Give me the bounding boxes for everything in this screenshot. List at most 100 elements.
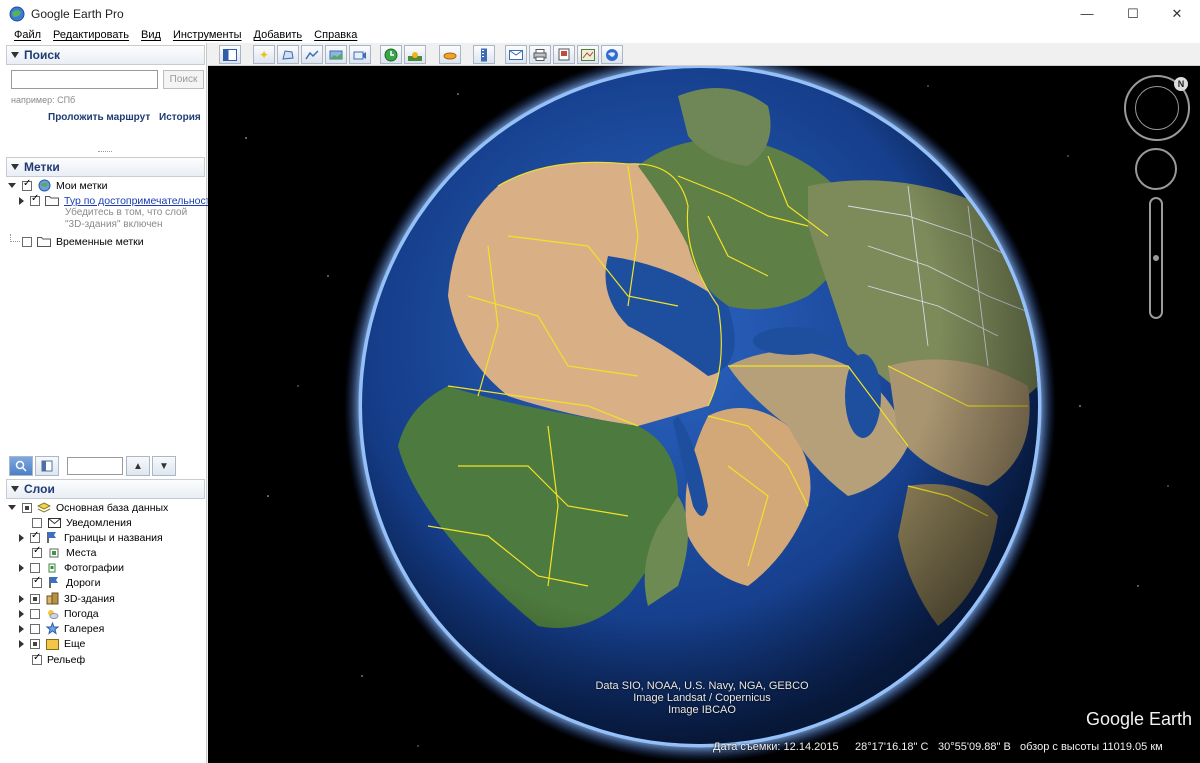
add-polygon-button[interactable] bbox=[277, 45, 299, 64]
sunlight-button[interactable] bbox=[404, 45, 426, 64]
expand-triangle-icon[interactable] bbox=[19, 533, 24, 542]
switch-to-sky-button[interactable] bbox=[439, 45, 461, 64]
google-earth-app-icon bbox=[9, 6, 25, 21]
search-places-button[interactable] bbox=[9, 456, 33, 476]
layer-row-places[interactable]: Места bbox=[32, 545, 97, 560]
expand-triangle-icon[interactable] bbox=[19, 594, 24, 603]
layer-row-3d-buildings[interactable]: 3D-здания bbox=[19, 591, 115, 606]
save-image-button[interactable] bbox=[553, 45, 575, 64]
printer-icon bbox=[533, 48, 547, 61]
places-icon bbox=[47, 547, 61, 559]
move-up-button[interactable]: ▲ bbox=[126, 456, 150, 476]
collapse-triangle-icon bbox=[11, 486, 19, 492]
close-button[interactable]: ✕ bbox=[1154, 0, 1200, 27]
arrow-up-icon: ▲ bbox=[133, 460, 143, 472]
envelope-icon bbox=[509, 49, 523, 60]
expand-triangle-icon[interactable] bbox=[8, 183, 16, 188]
historical-imagery-button[interactable] bbox=[380, 45, 402, 64]
layer-checkbox[interactable] bbox=[30, 608, 40, 619]
add-path-button[interactable] bbox=[301, 45, 323, 64]
globe-render[interactable] bbox=[208, 66, 1200, 763]
search-button[interactable]: Поиск bbox=[163, 70, 204, 89]
toggle-sidebar-button[interactable] bbox=[219, 45, 241, 64]
search-panel-header[interactable]: Поиск bbox=[6, 45, 205, 65]
tree-row-my-places[interactable]: Мои метки bbox=[8, 178, 107, 193]
expand-triangle-icon[interactable] bbox=[19, 609, 24, 618]
places-toolbar: ▲ ▼ bbox=[9, 455, 204, 477]
expand-triangle-icon[interactable] bbox=[19, 624, 24, 633]
layer-row-gallery[interactable]: Галерея bbox=[19, 621, 104, 636]
view-in-maps-button[interactable] bbox=[577, 45, 599, 64]
layer-checkbox[interactable] bbox=[30, 562, 40, 573]
add-image-overlay-button[interactable] bbox=[325, 45, 347, 64]
menu-add[interactable]: Добавить bbox=[254, 29, 303, 41]
layers-panel-header[interactable]: Слои bbox=[6, 479, 205, 499]
save-image-icon bbox=[558, 48, 570, 61]
layer-row-notifications[interactable]: Уведомления bbox=[32, 515, 132, 530]
places-filter-input[interactable] bbox=[67, 457, 123, 475]
record-tour-button[interactable] bbox=[349, 45, 371, 64]
minimize-button[interactable]: — bbox=[1064, 0, 1110, 27]
add-placemark-button[interactable]: ✦ bbox=[253, 45, 275, 64]
search-input[interactable] bbox=[11, 70, 158, 89]
north-compass-icon[interactable]: N bbox=[1174, 77, 1188, 91]
maximize-button[interactable]: ☐ bbox=[1110, 0, 1156, 27]
menu-view[interactable]: Вид bbox=[141, 29, 161, 41]
layer-row-weather[interactable]: Погода bbox=[19, 606, 99, 621]
sun-icon bbox=[408, 51, 422, 61]
sightseeing-tour-link[interactable]: Тур по достопримечательност bbox=[64, 195, 211, 207]
layers-stack-icon bbox=[37, 501, 51, 514]
sidebar-icon bbox=[223, 48, 237, 61]
temporary-places-checkbox[interactable] bbox=[22, 236, 32, 247]
directions-link[interactable]: Проложить маршрут bbox=[48, 112, 150, 123]
layer-label: Еще bbox=[64, 637, 86, 650]
menu-edit[interactable]: Редактировать bbox=[53, 29, 129, 41]
email-button[interactable] bbox=[505, 45, 527, 64]
toggle-panel-button[interactable] bbox=[35, 456, 59, 476]
layer-checkbox[interactable] bbox=[32, 575, 42, 588]
zoom-slider-thumb[interactable] bbox=[1153, 255, 1159, 261]
my-places-checkbox[interactable] bbox=[22, 178, 32, 191]
earth-3d-view[interactable]: N Data SIO, NOAA, U.S. Navy, NGA, GEBCO … bbox=[208, 66, 1200, 763]
layer-row-borders-labels[interactable]: Границы и названия bbox=[19, 530, 163, 545]
layer-checkbox[interactable] bbox=[32, 545, 42, 558]
history-link[interactable]: История bbox=[159, 112, 201, 123]
menu-file[interactable]: Файл bbox=[14, 29, 41, 41]
layer-row-photos[interactable]: Фотографии bbox=[19, 560, 124, 575]
layer-checkbox[interactable] bbox=[30, 638, 40, 649]
expand-triangle-icon[interactable] bbox=[19, 196, 24, 205]
layer-checkbox[interactable] bbox=[32, 652, 42, 665]
layer-row-roads[interactable]: Дороги bbox=[32, 575, 100, 590]
places-panel-title: Метки bbox=[24, 160, 60, 174]
print-button[interactable] bbox=[529, 45, 551, 64]
expand-triangle-icon[interactable] bbox=[8, 505, 16, 510]
polygon-icon bbox=[282, 49, 294, 60]
ruler-button[interactable] bbox=[473, 45, 495, 64]
expand-triangle-icon[interactable] bbox=[19, 563, 24, 572]
layer-row-more[interactable]: Еще bbox=[19, 636, 85, 651]
menu-tools[interactable]: Инструменты bbox=[173, 29, 242, 41]
move-joystick[interactable] bbox=[1135, 148, 1177, 190]
title-bar: Google Earth Pro — ☐ ✕ bbox=[0, 0, 1200, 27]
envelope-icon bbox=[47, 517, 61, 529]
layer-label: Погода bbox=[64, 607, 99, 620]
layer-checkbox[interactable] bbox=[30, 530, 40, 543]
layer-checkbox[interactable] bbox=[30, 623, 40, 634]
expand-triangle-icon[interactable] bbox=[19, 639, 24, 648]
places-panel-header[interactable]: Метки bbox=[6, 157, 205, 177]
layer-row-terrain[interactable]: Рельеф bbox=[32, 652, 85, 667]
resize-grip[interactable] bbox=[98, 151, 112, 154]
look-joystick-inner[interactable] bbox=[1135, 86, 1179, 130]
tree-row-sightseeing-tour[interactable]: Тур по достопримечательност bbox=[19, 193, 211, 208]
layer-label: Границы и названия bbox=[64, 531, 163, 544]
move-down-button[interactable]: ▼ bbox=[152, 456, 176, 476]
layer-checkbox[interactable] bbox=[30, 593, 40, 604]
layer-checkbox[interactable] bbox=[22, 502, 32, 513]
tour-checkbox[interactable] bbox=[30, 193, 40, 206]
menu-help[interactable]: Справка bbox=[314, 29, 357, 41]
tree-row-temporary-places[interactable]: Временные метки bbox=[10, 233, 144, 249]
layer-checkbox[interactable] bbox=[32, 517, 42, 528]
layer-row-primary-database[interactable]: Основная база данных bbox=[8, 500, 168, 515]
earth-button[interactable] bbox=[601, 45, 623, 64]
planet-icon bbox=[443, 52, 457, 59]
